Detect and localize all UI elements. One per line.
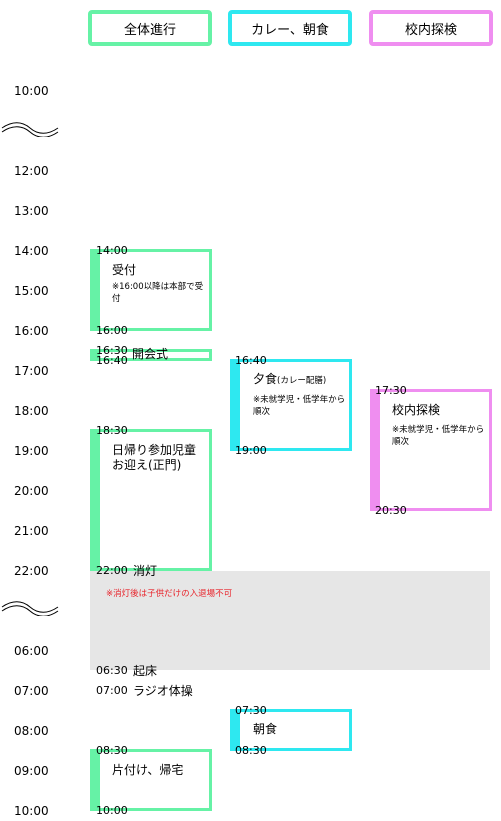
event-start-time: 08:30 [96, 744, 128, 757]
time-label: 15:00 [14, 284, 49, 298]
time-label: 18:00 [14, 404, 49, 418]
event-start-time: 18:30 [96, 424, 128, 437]
event-color-bar [230, 359, 240, 451]
time-label: 14:00 [14, 244, 49, 258]
night-period-area [90, 571, 490, 670]
event-title: 片付け、帰宅 [112, 763, 184, 777]
time-label: 17:00 [14, 364, 49, 378]
event-title: 朝食 [253, 722, 278, 736]
event-note: ※未就学児・低学年から順次 [392, 425, 485, 447]
time-break-icon [1, 122, 59, 137]
event-time: 06:30 [96, 664, 128, 677]
event-title: 消灯 [133, 564, 158, 578]
time-label: 22:00 [14, 564, 49, 578]
event-color-bar [370, 389, 380, 511]
time-label: 10:00 [14, 84, 49, 98]
event-title: 起床 [133, 664, 158, 678]
time-label: 19:00 [14, 444, 49, 458]
event-end-time: 19:00 [235, 444, 267, 457]
time-break-icon [1, 601, 59, 616]
event-title: 夕食(カレー配膳) [253, 372, 326, 389]
time-label: 13:00 [14, 204, 49, 218]
event-title: 日帰り参加児童 お迎え(正門) [112, 443, 197, 472]
event-end-time: 16:00 [96, 324, 128, 337]
event-title: 開会式 [132, 347, 169, 361]
event-color-bar [90, 249, 100, 331]
header-curry-breakfast: カレー、朝食 [228, 10, 352, 46]
event-title-main: 夕食 [253, 372, 278, 386]
event-title: 受付 [112, 263, 137, 277]
event-title-sub: (カレー配膳) [277, 376, 327, 386]
event-end-time: 20:30 [375, 504, 407, 517]
header-school-tour: 校内探検 [369, 10, 493, 46]
event-color-bar [90, 749, 100, 811]
event-color-bar [90, 429, 100, 571]
event-start-time: 16:40 [235, 354, 267, 367]
event-title: 校内探検 [392, 403, 441, 417]
time-label: 21:00 [14, 524, 49, 538]
time-label: 06:00 [14, 644, 49, 658]
event-end-time: 08:30 [235, 744, 267, 757]
event-end-time: 10:00 [96, 804, 128, 817]
header-general: 全体進行 [88, 10, 212, 46]
event-time: 07:00 [96, 684, 128, 697]
night-warning-note: ※消灯後は子供だけの入退場不可 [106, 589, 233, 599]
time-label: 20:00 [14, 484, 49, 498]
event-start-time: 17:30 [375, 384, 407, 397]
event-time: 22:00 [96, 564, 128, 577]
event-title: ラジオ体操 [133, 684, 193, 698]
time-label: 16:00 [14, 324, 49, 338]
time-label: 12:00 [14, 164, 49, 178]
event-note: ※16:00以降は本部で受付 [112, 282, 204, 304]
event-cleanup [90, 749, 212, 811]
time-label: 09:00 [14, 764, 49, 778]
time-label: 07:00 [14, 684, 49, 698]
event-start-time: 14:00 [96, 244, 128, 257]
time-label: 08:00 [14, 724, 49, 738]
event-start-time: 07:30 [235, 704, 267, 717]
event-note: ※未就学児・低学年から順次 [253, 395, 346, 417]
time-label: 10:00 [14, 804, 49, 818]
event-end-time: 16:40 [96, 354, 128, 367]
